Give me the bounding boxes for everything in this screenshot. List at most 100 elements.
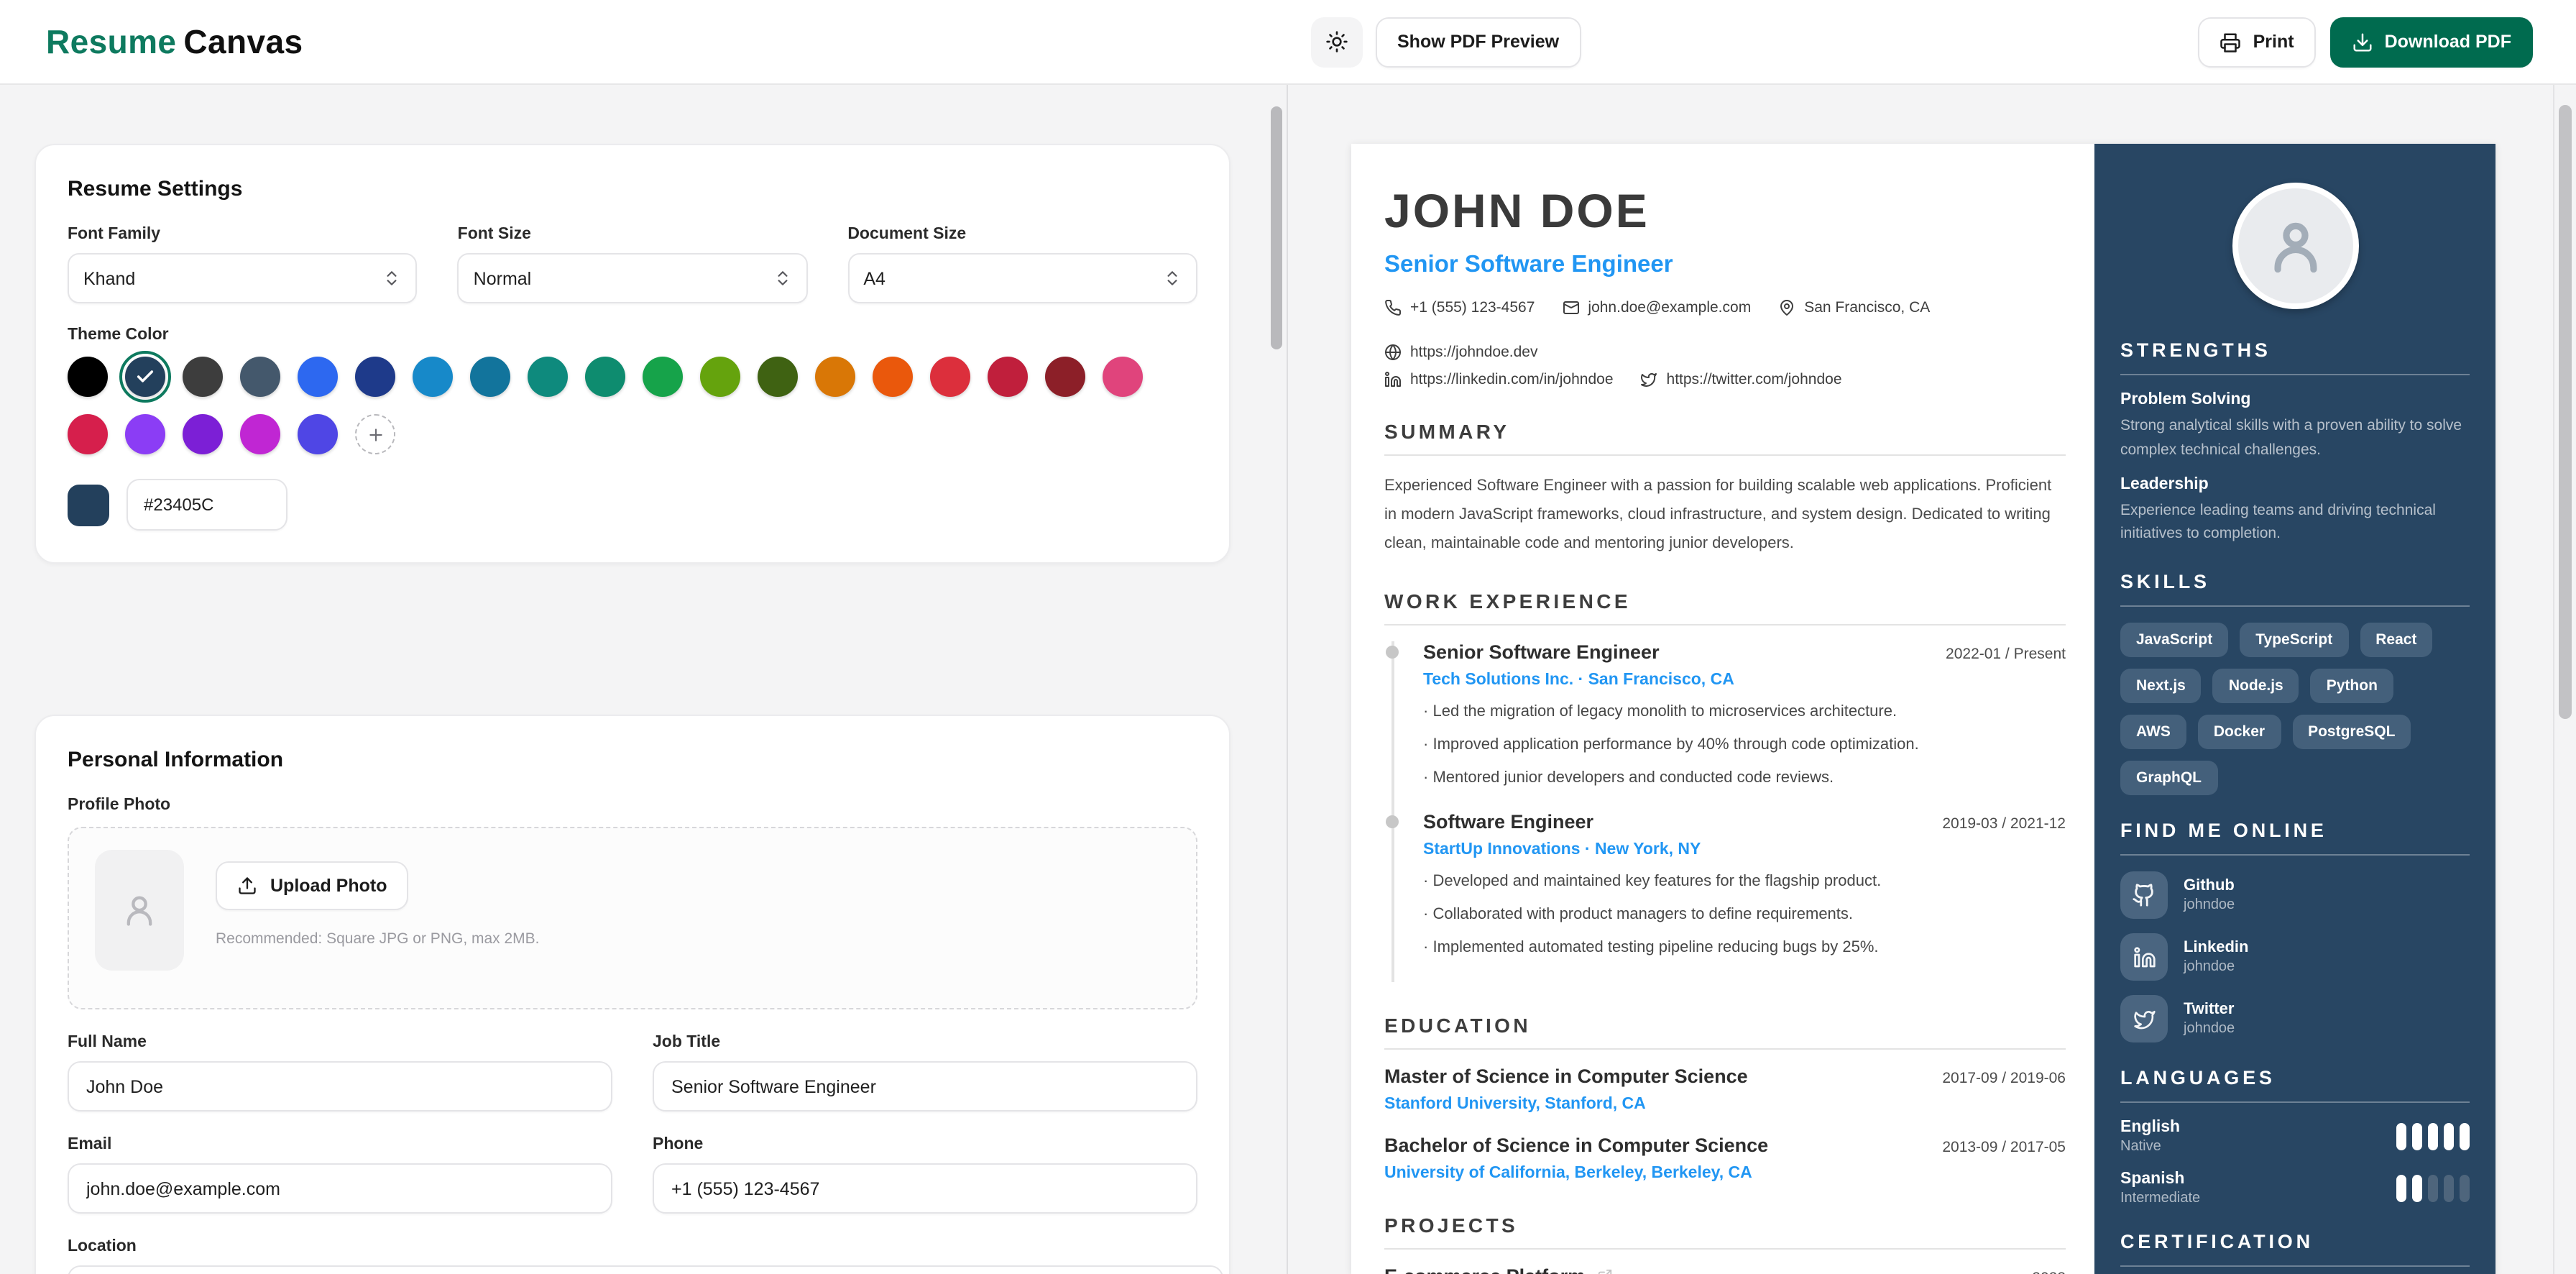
upload-photo-label: Upload Photo <box>270 876 387 896</box>
theme-swatch[interactable] <box>125 414 165 454</box>
language-name: Spanish <box>2120 1170 2200 1188</box>
custom-color-chip[interactable] <box>68 484 109 526</box>
download-pdf-button[interactable]: Download PDF <box>2330 17 2533 67</box>
languages-heading: LANGUAGES <box>2120 1067 2470 1103</box>
job-title-input[interactable] <box>653 1061 1197 1112</box>
social-item-twitter: Twitter johndoe <box>2120 995 2470 1042</box>
theme-swatch[interactable] <box>125 357 165 397</box>
linkedin-icon <box>2120 933 2168 981</box>
strength-text: Strong analytical skills with a proven a… <box>2120 414 2470 462</box>
social-username: johndoe <box>2184 1021 2235 1037</box>
custom-color-row <box>68 479 1197 531</box>
github-icon <box>2120 871 2168 919</box>
phone-input[interactable] <box>653 1163 1197 1214</box>
print-button[interactable]: Print <box>2199 17 2316 67</box>
theme-swatch[interactable] <box>298 414 338 454</box>
find-me-online-section: FIND ME ONLINE Github johndoe <box>2120 820 2470 1042</box>
proficiency-bar <box>2460 1123 2470 1150</box>
education-date: 2013-09 / 2017-05 <box>1942 1139 2066 1156</box>
social-item-github: Github johndoe <box>2120 871 2470 919</box>
experience-entry: Software Engineer 2019-03 / 2021-12 Star… <box>1423 812 2066 982</box>
show-pdf-preview-button[interactable]: Show PDF Preview <box>1376 17 1581 67</box>
language-level: Intermediate <box>2120 1191 2200 1206</box>
theme-swatch[interactable] <box>988 357 1028 397</box>
certification-section: CERTIFICATION AWS Certified Solutions Ar… <box>2120 1231 2470 1274</box>
contact-phone: +1 (555) 123-4567 <box>1384 299 1535 316</box>
download-icon <box>2352 31 2373 52</box>
photo-upload-dropzone[interactable]: Upload Photo Recommended: Square JPG or … <box>68 827 1197 1009</box>
theme-swatch[interactable] <box>183 414 223 454</box>
location-input[interactable] <box>68 1265 1223 1274</box>
projects-heading: PROJECTS <box>1384 1214 2066 1250</box>
preview-scrollbar[interactable] <box>2559 105 2572 719</box>
personal-card-title: Personal Information <box>68 748 1197 772</box>
experience-company: Tech Solutions Inc. · San Francisco, CA <box>1423 672 2066 689</box>
theme-swatch[interactable] <box>873 357 913 397</box>
theme-swatch[interactable] <box>240 357 280 397</box>
resume-main-column: JOHN DOE Senior Software Engineer +1 (55… <box>1351 144 2094 1274</box>
twitter-icon <box>1641 371 1658 388</box>
full-name-label: Full Name <box>68 1034 612 1051</box>
preview-toolbar: Show PDF Preview <box>1311 17 1581 67</box>
language-name: English <box>2120 1119 2180 1136</box>
theme-swatch[interactable] <box>1045 357 1085 397</box>
skill-pill: Next.js <box>2120 669 2202 703</box>
personal-info-card: Personal Information Profile Photo <box>34 715 1230 1274</box>
upload-photo-button[interactable]: Upload Photo <box>216 861 409 910</box>
sun-icon <box>1325 30 1348 53</box>
theme-swatch[interactable] <box>815 357 855 397</box>
chevron-updown-icon <box>773 269 791 288</box>
theme-swatch[interactable] <box>183 357 223 397</box>
theme-swatch[interactable] <box>758 357 798 397</box>
theme-swatch[interactable] <box>240 414 280 454</box>
education-entry: Master of Science in Computer Science 20… <box>1384 1066 2066 1113</box>
skill-pill: TypeScript <box>2240 623 2348 657</box>
add-color-button[interactable] <box>355 414 395 454</box>
theme-swatch[interactable] <box>470 357 510 397</box>
font-family-select[interactable]: Khand <box>68 253 418 303</box>
theme-swatch[interactable] <box>413 357 453 397</box>
theme-swatch[interactable] <box>355 357 395 397</box>
theme-swatch[interactable] <box>298 357 338 397</box>
skill-pill: GraphQL <box>2120 761 2217 795</box>
document-size-value: A4 <box>863 268 886 288</box>
font-size-label: Font Size <box>458 226 808 243</box>
contact-linkedin: https://linkedin.com/in/johndoe <box>1384 371 1614 388</box>
language-proficiency-bars <box>2396 1175 2470 1202</box>
full-name-input[interactable] <box>68 1061 612 1112</box>
experience-company: StartUp Innovations · New York, NY <box>1423 842 2066 859</box>
social-item-linkedin: Linkedin johndoe <box>2120 933 2470 981</box>
skill-pill: JavaScript <box>2120 623 2228 657</box>
email-input[interactable] <box>68 1163 612 1214</box>
experience-date: 2019-03 / 2021-12 <box>1942 816 2066 833</box>
theme-swatch[interactable] <box>700 357 740 397</box>
logo-secondary: Canvas <box>183 22 303 60</box>
document-size-label: Document Size <box>847 226 1197 243</box>
theme-swatch[interactable] <box>585 357 625 397</box>
theme-swatch[interactable] <box>1103 357 1143 397</box>
strengths-section: STRENGTHS Problem Solving Strong analyti… <box>2120 339 2470 546</box>
theme-swatch[interactable] <box>643 357 683 397</box>
font-family-label: Font Family <box>68 226 418 243</box>
skill-pill: PostgreSQL <box>2292 715 2411 749</box>
app-window: ResumeCanvas Show PDF Preview Print <box>0 0 2576 1274</box>
education-degree: Master of Science in Computer Science <box>1384 1066 1748 1087</box>
theme-toggle-button[interactable] <box>1311 17 1363 67</box>
document-size-select[interactable]: A4 <box>847 253 1197 303</box>
proficiency-bar <box>2444 1123 2454 1150</box>
social-network: Linkedin <box>2184 939 2248 956</box>
summary-heading: SUMMARY <box>1384 420 2066 456</box>
skill-pill: Python <box>2311 669 2393 703</box>
theme-swatch[interactable] <box>528 357 568 397</box>
custom-color-hex-input[interactable] <box>126 479 288 531</box>
theme-swatch[interactable] <box>68 357 108 397</box>
languages-section: LANGUAGES English Native Spanish Inte <box>2120 1067 2470 1206</box>
font-size-select[interactable]: Normal <box>458 253 808 303</box>
theme-swatch[interactable] <box>930 357 970 397</box>
left-panel-scrollbar[interactable] <box>1271 106 1282 349</box>
printer-icon <box>2220 31 2242 52</box>
experience-bullet: Mentored junior developers and conducted… <box>1423 766 2066 792</box>
proficiency-bar <box>2412 1175 2422 1202</box>
chevron-updown-icon <box>383 269 402 288</box>
theme-swatch[interactable] <box>68 414 108 454</box>
